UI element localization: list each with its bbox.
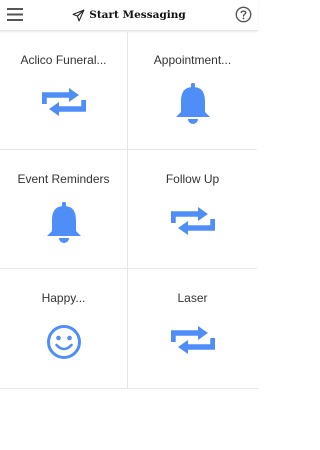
repeat-icon	[170, 326, 215, 354]
tile-label: Happy...	[41, 291, 86, 305]
tile-happy[interactable]: Happy...	[0, 269, 128, 388]
repeat-icon	[41, 88, 86, 116]
tile-label: Follow Up	[165, 172, 220, 186]
help-circle-icon[interactable]	[235, 6, 252, 23]
header-title-group: Start Messaging	[0, 0, 258, 30]
tile-label: Appointment...	[153, 53, 232, 67]
bell-icon	[175, 83, 210, 124]
tile-follow-up[interactable]: Follow Up	[128, 150, 257, 269]
page-title: Start Messaging	[89, 9, 186, 21]
paper-plane-icon	[72, 9, 85, 21]
tile-label: Event Reminders	[17, 172, 110, 186]
template-grid: Aclico Funeral... Appointment... Event R…	[0, 31, 258, 389]
tile-aclico-funeral[interactable]: Aclico Funeral...	[0, 31, 128, 150]
tile-laser[interactable]: Laser	[128, 269, 257, 388]
bell-icon	[46, 202, 81, 243]
tile-event-reminders[interactable]: Event Reminders	[0, 150, 128, 269]
app-header: Start Messaging	[0, 0, 258, 31]
tile-label: Laser	[177, 291, 208, 305]
repeat-icon	[170, 207, 215, 235]
tile-label: Aclico Funeral...	[20, 53, 107, 67]
tile-appointment[interactable]: Appointment...	[128, 31, 257, 150]
smiley-icon	[46, 325, 81, 359]
